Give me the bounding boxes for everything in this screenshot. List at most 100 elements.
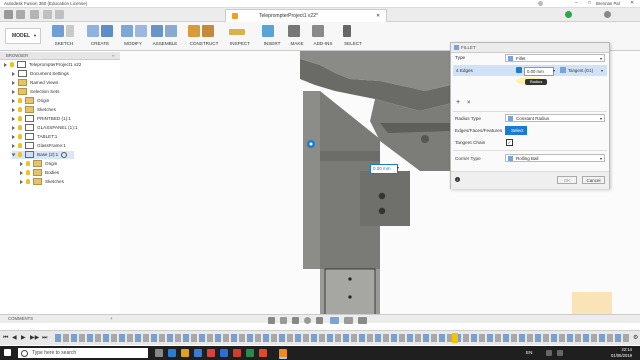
system-clock[interactable]: 22:14 01/06/2019	[611, 347, 632, 359]
browser-item[interactable]: Bodies	[20, 169, 59, 177]
insert-group[interactable]: INSERT	[262, 25, 282, 49]
chevron-down-icon[interactable]: ▾	[601, 65, 603, 76]
user-name[interactable]: Brennan Pal	[596, 0, 620, 7]
zoom-icon[interactable]	[304, 317, 311, 324]
edges-radius-input[interactable]: 0.00 mm	[524, 67, 554, 76]
timeline-start-icon[interactable]: ⏮	[3, 334, 8, 342]
collapse-icon[interactable]: ‹‹	[112, 52, 115, 59]
taskbar-search[interactable]: Type here to search	[18, 348, 148, 358]
type-dropdown[interactable]: Fillet ▾	[505, 54, 605, 62]
part-corner-block[interactable]	[370, 99, 460, 171]
browser-item[interactable]: Document Settings	[12, 70, 69, 78]
timeline[interactable]: ⏮ ◀ ▶ ▶▶ ⏭ ⚙	[0, 330, 640, 345]
word-icon[interactable]	[220, 349, 228, 357]
add-edge-set-button[interactable]: +	[456, 99, 460, 107]
timeline-next-icon[interactable]: ▶▶	[30, 334, 39, 342]
info-icon[interactable]: i	[455, 177, 460, 182]
minimize-icon[interactable]: –	[575, 0, 578, 7]
timeline-play-icon[interactable]: ▶	[21, 334, 26, 342]
add-ins-group[interactable]: ADD-INS	[312, 25, 334, 49]
maximize-icon[interactable]: □	[588, 0, 591, 7]
fillet-dialog[interactable]: FILLET Type Fillet ▾ 4 Edges 0.00 mm ▾ T…	[450, 42, 610, 189]
network-icon[interactable]	[546, 350, 552, 356]
data-panel-icon[interactable]	[4, 10, 13, 19]
browser-item[interactable]: Selection Sets	[12, 88, 59, 96]
browser-item[interactable]: Named Views	[12, 79, 58, 87]
remove-edge-set-button[interactable]: ×	[467, 99, 471, 107]
timeline-marker[interactable]	[452, 333, 458, 343]
chrome-icon[interactable]	[259, 349, 267, 357]
part-bracket[interactable]	[360, 171, 410, 226]
inspect-group[interactable]: INSPECT	[229, 25, 251, 49]
look-at-icon[interactable]	[280, 317, 287, 324]
display-settings-icon[interactable]	[330, 317, 339, 324]
modify-group[interactable]: MODIFY	[121, 25, 147, 49]
document-tab[interactable]: TeleprompterProject1 v22* ✕	[225, 9, 387, 22]
select-group[interactable]: SELECT	[343, 25, 363, 49]
select-button[interactable]: Select	[505, 126, 527, 135]
add-comment-icon[interactable]: +	[110, 315, 113, 323]
volume-icon[interactable]	[557, 350, 563, 356]
browser-item[interactable]: PRINTBED (1):1	[12, 115, 71, 123]
tab-close-icon[interactable]: ✕	[376, 10, 380, 22]
language-indicator[interactable]: EN	[526, 349, 532, 357]
bracket-hole[interactable]	[378, 192, 386, 200]
browser-item[interactable]: TABLET:1	[12, 133, 57, 141]
radius-input-inline[interactable]: 0.00 mm	[370, 164, 398, 174]
cancel-button[interactable]: Cancel	[582, 176, 605, 184]
sketch-group[interactable]: SKETCH	[52, 25, 76, 49]
timeline-prev-icon[interactable]: ◀	[12, 334, 17, 342]
radius-type-dropdown[interactable]: Constant Radius ▾	[505, 114, 605, 122]
orbit-icon[interactable]	[268, 317, 275, 324]
browser-item[interactable]: Origin	[12, 97, 49, 105]
dropdown-icon[interactable]: ▾	[397, 164, 399, 172]
powerpoint-icon[interactable]	[233, 349, 241, 357]
edges-row[interactable]: 4 Edges 0.00 mm ▾ Tangent (G1) ▾	[453, 65, 607, 76]
mail-icon[interactable]	[207, 349, 215, 357]
mount-hole[interactable]	[421, 135, 429, 143]
timeline-features[interactable]	[55, 334, 630, 342]
grid-settings-icon[interactable]	[344, 317, 353, 324]
fusion360-taskbar-icon[interactable]	[279, 349, 287, 359]
excel-icon[interactable]	[246, 349, 254, 357]
assemble-group[interactable]: ASSEMBLE	[151, 25, 179, 49]
pan-icon[interactable]	[292, 317, 299, 324]
timeline-end-icon[interactable]: ⏭	[42, 334, 47, 342]
workspace-switcher[interactable]: MODEL ▼	[5, 28, 41, 44]
browser-item[interactable]: GlassFrame:1	[12, 142, 66, 150]
close-icon[interactable]: ✕	[630, 0, 634, 7]
redo-icon[interactable]	[55, 10, 64, 19]
edge-browser-icon[interactable]	[168, 349, 176, 357]
create-group[interactable]: CREATE	[87, 25, 113, 49]
tangent-chain-checkbox[interactable]: ✓	[506, 139, 513, 146]
dropdown-icon[interactable]: ▾	[553, 65, 555, 76]
store-icon[interactable]	[194, 349, 202, 357]
ok-button[interactable]: OK	[557, 176, 577, 184]
part-leg-front[interactable]	[303, 91, 320, 269]
save-icon[interactable]	[30, 10, 39, 19]
undo-icon[interactable]	[43, 10, 52, 19]
activate-radio-icon[interactable]	[61, 151, 68, 158]
browser-item-active[interactable]: Base (2):1	[11, 151, 74, 159]
browser-item[interactable]: Sketches	[20, 178, 64, 186]
job-status-icon[interactable]	[565, 11, 572, 18]
browser-root[interactable]: TeleprompterProject1 v22	[4, 61, 81, 69]
bracket-hole[interactable]	[378, 207, 386, 215]
corner-type-dropdown[interactable]: Rolling Ball ▾	[505, 154, 605, 162]
viewports-icon[interactable]	[358, 317, 367, 324]
fillet-header[interactable]: FILLET	[451, 43, 609, 53]
timeline-settings-icon[interactable]: ⚙	[633, 334, 638, 342]
help-icon[interactable]	[604, 11, 611, 18]
fit-icon[interactable]	[316, 317, 323, 324]
task-view-icon[interactable]	[155, 349, 163, 357]
browser-item[interactable]: Origin	[20, 160, 57, 168]
continuity-value[interactable]: Tangent (G1)	[568, 65, 593, 76]
browser-header[interactable]: BROWSER ‹‹	[0, 52, 120, 60]
browser-item[interactable]: Sketches	[12, 106, 56, 114]
browser-item[interactable]: GLASSPANEL (1):1	[12, 124, 78, 132]
file-explorer-icon[interactable]	[181, 349, 189, 357]
user-avatar[interactable]	[538, 1, 543, 6]
construct-group[interactable]: CONSTRUCT	[188, 25, 220, 49]
file-menu-icon[interactable]	[16, 10, 25, 19]
windows-start-icon[interactable]	[4, 349, 11, 356]
